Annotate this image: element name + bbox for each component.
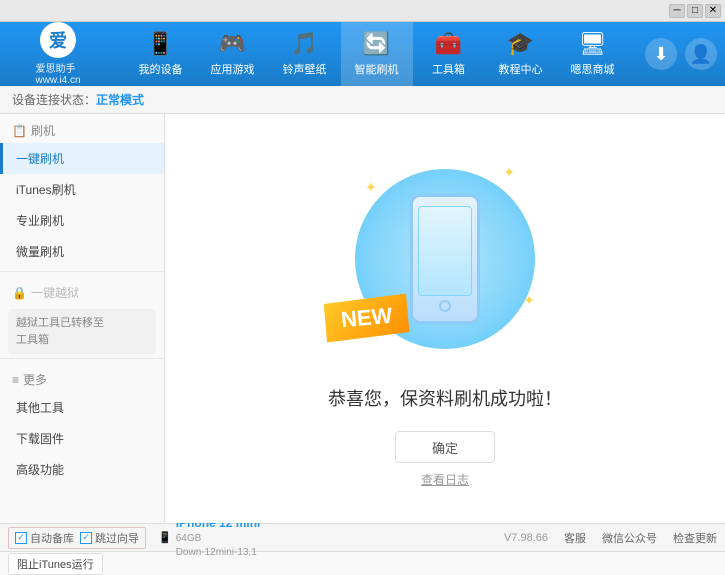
phone-home-btn (439, 300, 451, 312)
skip-wizard-checkbox[interactable]: ✓ 跳过向导 (80, 530, 139, 546)
more-section-icon: ≡ (12, 373, 19, 387)
nav-apps-games[interactable]: 🎮 应用游戏 (197, 22, 269, 86)
bottom-right: V7.98.66 客服 微信公众号 检查更新 (504, 530, 717, 546)
auto-backup-label: 自动备库 (30, 530, 74, 546)
download-button[interactable]: ⬇ (645, 38, 677, 70)
user-button[interactable]: 👤 (685, 38, 717, 70)
sidebar-item-other-tools[interactable]: 其他工具 (0, 392, 164, 423)
phone-illustration: NEW ✦ ✦ ✦ (345, 149, 545, 369)
logo-text: 爱思助手 www.i4.cn (35, 60, 80, 86)
status-value: 正常模式 (96, 91, 144, 108)
nav-apps-games-label: 应用游戏 (211, 61, 255, 77)
secondary-link[interactable]: 查看日志 (421, 471, 469, 488)
sidebar-section-more: ≡ 更多 (0, 363, 164, 392)
nav-smart-shop-label: 智能刷机 (355, 61, 399, 77)
flash-section-label: 刷机 (31, 122, 55, 139)
auto-backup-checkbox-box: ✓ (15, 532, 27, 544)
check-update-link[interactable]: 检查更新 (673, 530, 717, 546)
more-section-label: 更多 (23, 371, 47, 388)
sidebar-section-flash: 📋 刷机 (0, 114, 164, 143)
phone-screen (418, 206, 472, 296)
sidebar-item-one-key-flash[interactable]: 一键刷机 (0, 143, 164, 174)
sparkle-3: ✦ (523, 292, 535, 309)
device-storage: 64GB (176, 532, 261, 546)
wechat-link[interactable]: 微信公众号 (602, 530, 657, 546)
logo-icon: 爱 (40, 22, 76, 58)
smart-shop-icon: 🔄 (363, 31, 390, 57)
sparkle-1: ✦ (365, 179, 377, 196)
nav-my-device[interactable]: 📱 我的设备 (125, 22, 197, 86)
phone-device (410, 194, 480, 324)
tutorial-icon: 🎓 (507, 31, 534, 57)
nav-right: ⬇ 👤 (645, 38, 717, 70)
nav-items: 📱 我的设备 🎮 应用游戏 🎵 铃声壁纸 🔄 智能刷机 🧰 工具箱 🎓 教程中心… (108, 22, 645, 86)
version-text: V7.98.66 (504, 532, 548, 544)
sidebar-item-advanced[interactable]: 高级功能 (0, 454, 164, 485)
sparkle-2: ✦ (503, 164, 515, 181)
sidebar-divider-2 (0, 358, 164, 359)
content-area: NEW ✦ ✦ ✦ 恭喜您，保资料刷机成功啦！ 确定 查看日志 (165, 114, 725, 523)
nav-toolbox[interactable]: 🧰 工具箱 (413, 22, 485, 86)
jailbreak-info-box: 越狱工具已转移至 工具箱 (8, 309, 156, 354)
jailbreak-section-icon: 🔒 (12, 286, 27, 300)
nav-ringtones[interactable]: 🎵 铃声壁纸 (269, 22, 341, 86)
sidebar: 📋 刷机 一键刷机 iTunes刷机 专业刷机 微量刷机 🔒 一键越狱 越狱工具… (0, 114, 165, 523)
logo-area: 爱 爱思助手 www.i4.cn (8, 22, 108, 86)
confirm-button[interactable]: 确定 (395, 431, 495, 463)
success-text: 恭喜您，保资料刷机成功啦！ (328, 385, 562, 411)
sidebar-item-itunes-flash[interactable]: iTunes刷机 (0, 174, 164, 205)
sidebar-item-pro-flash[interactable]: 专业刷机 (0, 205, 164, 236)
apps-games-icon: 🎮 (219, 31, 246, 57)
flash-section-icon: 📋 (12, 124, 27, 138)
status-label: 设备连接状态： (12, 91, 96, 108)
bottom-bar: ✓ 自动备库 ✓ 跳过向导 📱 iPhone 12 mini 64GB Down… (0, 523, 725, 551)
skip-wizard-label: 跳过向导 (95, 530, 139, 546)
jailbreak-section-label: 一键越狱 (31, 284, 79, 301)
header: 爱 爱思助手 www.i4.cn 📱 我的设备 🎮 应用游戏 🎵 铃声壁纸 🔄 … (0, 22, 725, 86)
nav-ringtones-label: 铃声壁纸 (283, 61, 327, 77)
close-button[interactable]: ✕ (705, 4, 721, 18)
sidebar-item-download-firmware[interactable]: 下载固件 (0, 423, 164, 454)
my-device-icon: 📱 (147, 31, 174, 57)
auto-backup-checkbox[interactable]: ✓ 自动备库 (15, 530, 74, 546)
maximize-button[interactable]: □ (687, 4, 703, 18)
nav-weisi[interactable]: 🖥 嗯思商城 (557, 22, 629, 86)
nav-smart-shop[interactable]: 🔄 智能刷机 (341, 22, 413, 86)
nav-toolbox-label: 工具箱 (432, 61, 465, 77)
minimize-button[interactable]: ─ (669, 4, 685, 18)
nav-my-device-label: 我的设备 (139, 61, 183, 77)
sidebar-section-jailbreak: 🔒 一键越狱 (0, 276, 164, 305)
status-bar: 设备连接状态： 正常模式 (0, 86, 725, 114)
main-layout: 📋 刷机 一键刷机 iTunes刷机 专业刷机 微量刷机 🔒 一键越狱 越狱工具… (0, 114, 725, 523)
stop-itunes-button[interactable]: 阻止iTunes运行 (8, 553, 103, 575)
nav-tutorial-label: 教程中心 (499, 61, 543, 77)
sidebar-item-micro-flash[interactable]: 微量刷机 (0, 236, 164, 267)
device-phone-icon: 📱 (158, 531, 172, 544)
title-bar: ─ □ ✕ (0, 0, 725, 22)
nav-tutorial[interactable]: 🎓 教程中心 (485, 22, 557, 86)
skip-wizard-checkbox-box: ✓ (80, 532, 92, 544)
nav-weisi-label: 嗯思商城 (571, 61, 615, 77)
ringtones-icon: 🎵 (291, 31, 318, 57)
customer-service-link[interactable]: 客服 (564, 530, 586, 546)
device-firmware: Down-12mini-13,1 (176, 546, 261, 560)
toolbox-icon: 🧰 (435, 31, 462, 57)
sidebar-divider-1 (0, 271, 164, 272)
weisi-icon: 🖥 (579, 31, 607, 57)
